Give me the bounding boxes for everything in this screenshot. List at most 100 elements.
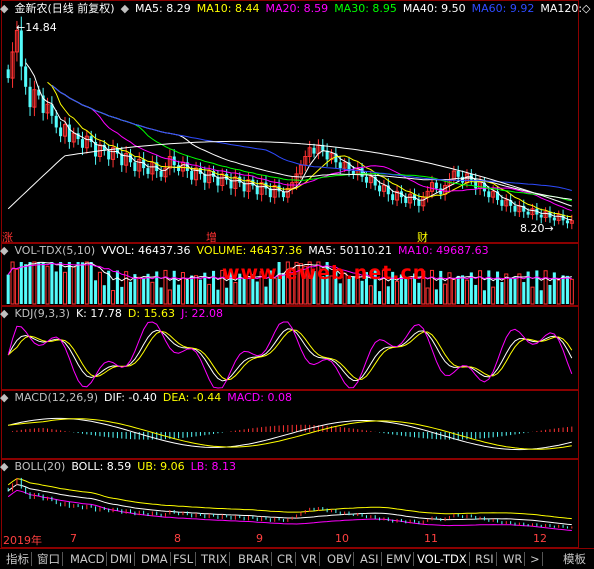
volume-bar: [150, 281, 155, 305]
volume-bar: [124, 271, 129, 305]
tab-macd[interactable]: MACD: [68, 552, 108, 566]
volume-bar: [80, 262, 84, 304]
volume-bar: [461, 275, 465, 304]
candle-body: [434, 182, 438, 189]
candle-body: [190, 171, 194, 180]
ma30-label: MA30: 8.95: [334, 2, 397, 15]
volume-bar: [172, 270, 176, 304]
tab-cr[interactable]: CR: [275, 552, 297, 566]
kdj-k-line: [7, 328, 573, 382]
volume-bar: [71, 266, 76, 305]
tab-dmi[interactable]: DMI: [108, 552, 136, 566]
volume-bar: [439, 270, 443, 304]
tab-fsl[interactable]: FSL: [171, 552, 197, 566]
volume-bar: [167, 289, 172, 305]
tab-asi[interactable]: ASI: [358, 552, 382, 566]
volume-bar: [190, 275, 194, 304]
volume-bar: [54, 271, 58, 304]
candle-body: [378, 185, 382, 192]
tab-brar[interactable]: BRAR: [236, 552, 273, 566]
ma-menu-icon[interactable]: ◆: [121, 2, 129, 15]
volume-bar: [443, 283, 448, 305]
date-label-aug: 8: [174, 532, 181, 545]
volume-bar: [45, 265, 50, 305]
boll-lb-label: LB: 8.13: [190, 460, 236, 473]
tab-dma[interactable]: DMA: [139, 552, 171, 566]
volume-bar: [146, 273, 150, 304]
volume-bar: [556, 279, 561, 305]
tab-more-arrow[interactable]: >: [528, 552, 543, 566]
volume-bar: [185, 279, 189, 304]
candle-body: [133, 162, 137, 172]
volume-bar: [487, 270, 491, 304]
volume-bar: [128, 281, 133, 304]
ma10-label: MA10: 8.44: [196, 2, 260, 15]
candle-body: [565, 220, 569, 224]
volume-bar: [24, 264, 28, 304]
volume-bar: [111, 290, 116, 305]
date-label-sep: 9: [256, 532, 263, 545]
price-high-label: ←14.84: [16, 21, 57, 34]
volume-bar: [500, 282, 504, 304]
vvol-label: VVOL: 46437.36: [101, 244, 191, 257]
ma40-line: [51, 85, 572, 200]
candle-body: [54, 115, 58, 128]
kdj-menu-icon[interactable]: ◆: [0, 307, 8, 320]
volume-bar: [37, 262, 41, 304]
tab-window[interactable]: 窗口: [35, 552, 63, 566]
tab-indicator[interactable]: 指标: [4, 552, 32, 566]
volume-bar: [491, 286, 496, 305]
volume-bar: [482, 290, 486, 304]
candle-body: [159, 171, 163, 177]
volume-bar: [198, 279, 202, 304]
tab-obv[interactable]: OBV: [325, 552, 355, 566]
tab-wr[interactable]: WR: [501, 552, 526, 566]
macd-header: ◆ MACD(12,26,9) DIF: -0.40 DEA: -0.44 MACD: …: [0, 390, 298, 406]
price-low-label: 8.20→: [520, 222, 554, 235]
volume-bar: [19, 262, 23, 304]
vol-ma10-label: MA10: 49687.63: [397, 244, 489, 257]
volume-bar: [94, 280, 98, 304]
candle-body: [404, 197, 408, 203]
vol-menu-icon[interactable]: ◆: [0, 244, 8, 257]
tab-trix[interactable]: TRIX: [199, 552, 231, 566]
vol-ma5-label: MA5: 50110.21: [308, 244, 392, 257]
volume-bar: [62, 271, 68, 305]
macd-name: MACD(12,26,9): [14, 391, 99, 404]
tab-template[interactable]: 模板: [561, 552, 588, 566]
macd-menu-icon[interactable]: ◆: [0, 391, 8, 404]
boll-menu-icon[interactable]: ◆: [0, 460, 8, 473]
volume-bar: [137, 276, 142, 305]
kdj-d-label: D: 15.63: [127, 307, 176, 320]
tab-vr[interactable]: VR: [299, 552, 320, 566]
candle-body: [28, 86, 32, 108]
volume-bar: [97, 271, 102, 305]
volume-bar: [233, 282, 238, 305]
volume-bar: [451, 278, 456, 305]
volume-bar: [474, 284, 478, 304]
header-menu-icon[interactable]: ◆: [0, 2, 8, 15]
kdj-header: ◆ KDJ(9,3,3) K: 17.78 D: 15.63 J: 22.08: [0, 306, 229, 322]
candle-body: [146, 168, 150, 174]
macd-dif-label: DIF: -0.40: [104, 391, 157, 404]
volume-bar: [28, 262, 32, 304]
kdj-j-line: [7, 321, 573, 389]
ma5-label: MA5: 8.29: [135, 2, 191, 15]
volume-bar: [378, 291, 382, 304]
volume-bar: [456, 275, 460, 304]
candle-body: [24, 66, 28, 87]
volume-bar: [513, 277, 517, 304]
tab-emv[interactable]: EMV: [384, 552, 415, 566]
tab-rsi[interactable]: RSI: [473, 552, 497, 566]
boll-mid-label: BOLL: 8.59: [71, 460, 132, 473]
stock-chart-window: ◆ 金新农(日线 前复权) ◆ MA5: 8.29 MA10: 8.44 MA20: 8.…: [0, 0, 594, 569]
volume-bar: [6, 274, 10, 304]
ma60-label: MA60: 9.92: [471, 2, 535, 15]
volume-bar: [338, 283, 342, 304]
volume-bar: [264, 286, 268, 304]
candle-body: [107, 150, 111, 160]
candle-body: [526, 211, 530, 215]
volume-bar: [255, 281, 259, 304]
tab-vol-tdx[interactable]: VOL-TDX: [415, 552, 470, 566]
ma40-label: MA40: 9.50: [402, 2, 466, 15]
